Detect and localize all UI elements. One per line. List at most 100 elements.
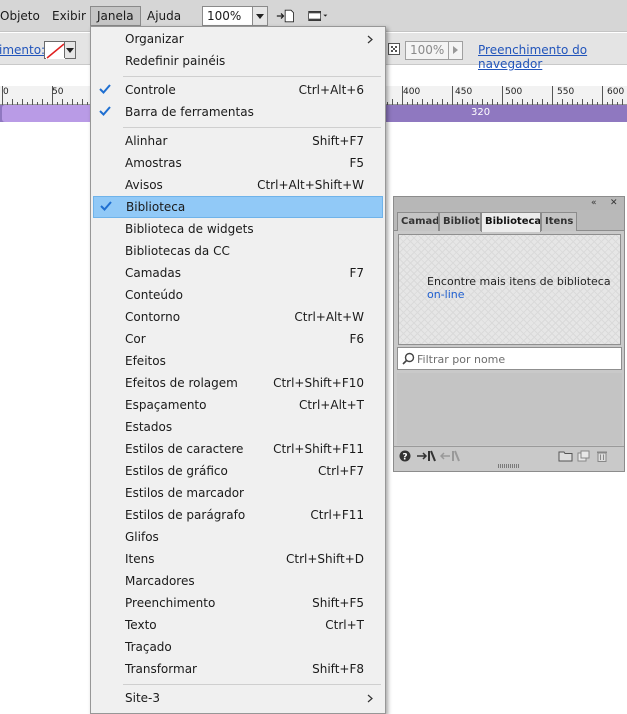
- menu-item-texto[interactable]: Texto Ctrl+T: [91, 614, 385, 636]
- menu-item-preenchimento[interactable]: Preenchimento Shift+F5: [91, 592, 385, 614]
- add-page-icon[interactable]: [276, 8, 296, 24]
- menu-item-controle[interactable]: Controle Ctrl+Alt+6: [91, 79, 385, 101]
- menu-item-espacamento[interactable]: Espaçamento Ctrl+Alt+T: [91, 394, 385, 416]
- browser-fill-link[interactable]: Preenchimento do navegador: [478, 43, 627, 71]
- fill-label[interactable]: imento:: [0, 43, 45, 57]
- menu-item-redefinir-paineis[interactable]: Redefinir painéis: [91, 50, 385, 72]
- menu-item-estilos-de-grafico[interactable]: Estilos de gráfico Ctrl+F7: [91, 460, 385, 482]
- menu-item-barra-de-ferramentas[interactable]: Barra de ferramentas: [91, 101, 385, 123]
- tab-camadas[interactable]: Camadas: [397, 212, 439, 231]
- menu-item-estados[interactable]: Estados: [91, 416, 385, 438]
- export-library-icon[interactable]: [440, 450, 460, 462]
- zoom-select[interactable]: 100%: [202, 6, 268, 26]
- online-link[interactable]: on-line: [427, 288, 465, 301]
- menu-item-label: Amostras: [125, 156, 182, 170]
- menu-item-estilos-de-marcador[interactable]: Estilos de marcador: [91, 482, 385, 504]
- menu-item-label: Contorno: [125, 310, 181, 324]
- menu-exibir[interactable]: Exibir: [46, 6, 92, 26]
- menu-item-site-3[interactable]: Site-3: [91, 687, 385, 709]
- menu-objeto[interactable]: Objeto: [0, 6, 46, 26]
- tab-biblioteca[interactable]: Biblioteca: [481, 212, 541, 232]
- menu-item-label: Biblioteca: [126, 200, 186, 214]
- menu-item-transformar[interactable]: Transformar Shift+F8: [91, 658, 385, 680]
- filter-field[interactable]: [397, 347, 622, 370]
- menu-item-shortcut: Shift+F7: [312, 134, 364, 148]
- menu-item-bibliotecas-da-cc[interactable]: Bibliotecas da CC: [91, 240, 385, 262]
- menu-item-shortcut: Ctrl+Alt+6: [298, 83, 364, 97]
- menu-item-shortcut: Ctrl+Alt+W: [294, 310, 364, 324]
- menu-ajuda[interactable]: Ajuda: [141, 6, 187, 26]
- menu-item-amostras[interactable]: Amostras F5: [91, 152, 385, 174]
- tab-itens[interactable]: Itens: [541, 212, 577, 231]
- panel-titlebar[interactable]: « ✕: [394, 197, 624, 210]
- import-library-icon[interactable]: [416, 450, 436, 462]
- menu-item-label: Site-3: [125, 691, 161, 705]
- resize-grip[interactable]: [498, 464, 520, 468]
- search-icon: [402, 352, 415, 365]
- chevron-down-icon[interactable]: [252, 7, 267, 25]
- menu-item-alinhar[interactable]: Alinhar Shift+F7: [91, 130, 385, 152]
- library-item-list[interactable]: [397, 373, 622, 445]
- menu-item-label: Barra de ferramentas: [125, 105, 254, 119]
- no-fill-swatch-icon: [46, 43, 65, 59]
- menu-item-marcadores[interactable]: Marcadores: [91, 570, 385, 592]
- ruler-label: 550: [557, 87, 575, 97]
- breakpoint-width-label: 320: [471, 107, 491, 118]
- trash-icon[interactable]: [596, 450, 608, 462]
- checkmark-icon: [99, 84, 111, 94]
- ruler-label: 500: [505, 87, 523, 97]
- menu-item-label: Estilos de parágrafo: [125, 508, 246, 522]
- menu-item-glifos[interactable]: Glifos: [91, 526, 385, 548]
- menu-item-avisos[interactable]: Avisos Ctrl+Alt+Shift+W: [91, 174, 385, 196]
- menu-item-tracado[interactable]: Traçado: [91, 636, 385, 658]
- menu-item-label: Estilos de gráfico: [125, 464, 228, 478]
- menu-item-estilos-de-caractere[interactable]: Estilos de caractere Ctrl+Shift+F11: [91, 438, 385, 460]
- menu-item-itens[interactable]: Itens Ctrl+Shift+D: [91, 548, 385, 570]
- menu-item-estilos-de-paragrafo[interactable]: Estilos de parágrafo Ctrl+F11: [91, 504, 385, 526]
- opacity-stepper-icon[interactable]: [448, 42, 462, 59]
- folder-icon[interactable]: [558, 450, 573, 462]
- menu-item-shortcut: Shift+F8: [312, 662, 364, 676]
- close-icon[interactable]: ✕: [610, 197, 618, 209]
- library-preview-area: Encontre mais itens de biblioteca on-lin…: [398, 234, 621, 345]
- chevron-right-icon: [367, 35, 373, 44]
- menu-item-cor[interactable]: Cor F6: [91, 328, 385, 350]
- menu-item-label: Estilos de caractere: [125, 442, 244, 456]
- chevron-down-icon[interactable]: [64, 42, 75, 58]
- menu-item-label: Glifos: [125, 530, 159, 544]
- fill-swatch-picker[interactable]: [44, 41, 76, 59]
- menu-item-shortcut: Ctrl+T: [325, 618, 364, 632]
- collapse-panel-icon[interactable]: «: [591, 197, 597, 209]
- filter-input[interactable]: [417, 351, 617, 367]
- menu-item-label: Traçado: [125, 640, 172, 654]
- menu-item-label: Alinhar: [125, 134, 168, 148]
- zoom-value: 100%: [207, 9, 242, 23]
- menu-item-efeitos-de-rolagem[interactable]: Efeitos de rolagem Ctrl+Shift+F10: [91, 372, 385, 394]
- help-icon[interactable]: ?: [399, 450, 411, 462]
- menu-item-contorno[interactable]: Contorno Ctrl+Alt+W: [91, 306, 385, 328]
- opacity-input[interactable]: 100%: [405, 41, 463, 60]
- menu-item-biblioteca[interactable]: Biblioteca: [93, 196, 383, 218]
- tab-biblioteca-widgets[interactable]: Biblioteca de widgets: [439, 212, 481, 231]
- library-message: Encontre mais itens de biblioteca: [427, 275, 611, 288]
- menu-item-efeitos[interactable]: Efeitos: [91, 350, 385, 372]
- menu-item-shortcut: Ctrl+F11: [310, 508, 364, 522]
- new-item-icon[interactable]: [577, 450, 590, 462]
- menu-item-label: Estados: [125, 420, 173, 434]
- breakpoint-handle[interactable]: [2, 105, 90, 122]
- ruler-label: 400: [403, 87, 421, 97]
- ruler-label: 450: [455, 87, 473, 97]
- menu-item-label: Marcadores: [125, 574, 195, 588]
- opacity-value: 100%: [410, 43, 445, 57]
- menu-janela[interactable]: Janela: [90, 6, 141, 26]
- checkmark-icon: [99, 106, 111, 116]
- menu-item-biblioteca-de-widgets[interactable]: Biblioteca de widgets: [91, 218, 385, 240]
- menu-item-label: Redefinir painéis: [125, 54, 226, 68]
- menu-item-organizar[interactable]: Organizar: [91, 28, 385, 50]
- menu-item-label: Transformar: [125, 662, 197, 676]
- menu-item-conteudo[interactable]: Conteúdo: [91, 284, 385, 306]
- preview-mode-icon[interactable]: [308, 8, 328, 24]
- menu-item-label: Avisos: [125, 178, 163, 192]
- menu-item-camadas[interactable]: Camadas F7: [91, 262, 385, 284]
- menu-divider: [123, 76, 381, 77]
